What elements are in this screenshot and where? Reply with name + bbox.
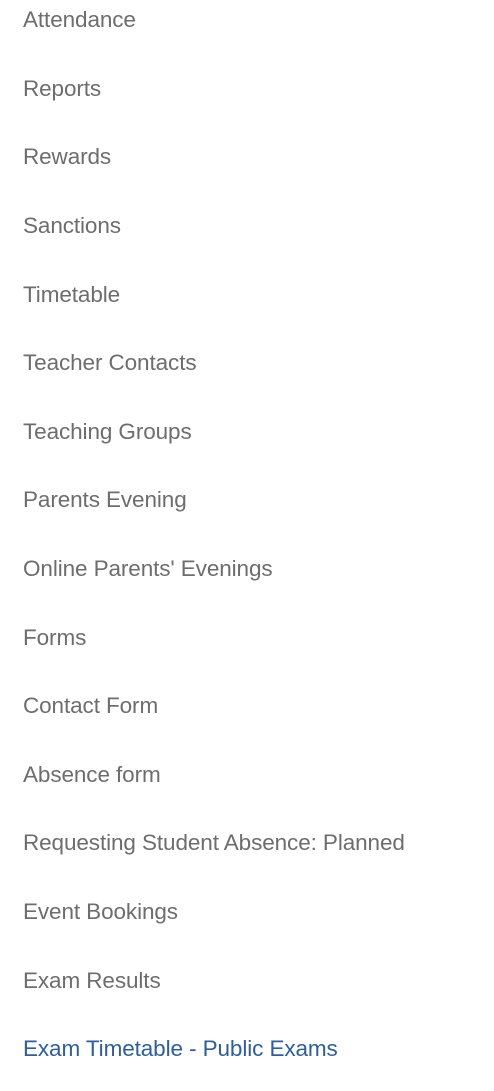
nav-item-rewards[interactable]: Rewards bbox=[23, 123, 494, 192]
nav-link-reports[interactable]: Reports bbox=[23, 76, 101, 102]
nav-item-attendance[interactable]: Attendance bbox=[23, 0, 494, 55]
nav-link-sanctions[interactable]: Sanctions bbox=[23, 213, 121, 239]
nav-link-attendance[interactable]: Attendance bbox=[23, 7, 136, 33]
nav-item-requesting-student-absence-planned[interactable]: Requesting Student Absence: Planned bbox=[23, 809, 494, 878]
nav-link-exam-timetable-public-exams[interactable]: Exam Timetable - Public Exams bbox=[23, 1036, 338, 1062]
nav-item-exam-results[interactable]: Exam Results bbox=[23, 946, 494, 1015]
nav-link-teaching-groups[interactable]: Teaching Groups bbox=[23, 419, 192, 445]
nav-link-contact-form[interactable]: Contact Form bbox=[23, 693, 158, 719]
nav-item-event-bookings[interactable]: Event Bookings bbox=[23, 878, 494, 947]
nav-link-absence-form[interactable]: Absence form bbox=[23, 762, 161, 788]
nav-item-teacher-contacts[interactable]: Teacher Contacts bbox=[23, 329, 494, 398]
nav-item-forms[interactable]: Forms bbox=[23, 603, 494, 672]
nav-item-absence-form[interactable]: Absence form bbox=[23, 741, 494, 810]
nav-link-teacher-contacts[interactable]: Teacher Contacts bbox=[23, 350, 197, 376]
nav-link-forms[interactable]: Forms bbox=[23, 625, 86, 651]
side-navigation-menu: Attendance Reports Rewards Sanctions Tim… bbox=[23, 0, 494, 1084]
nav-item-exam-timetable-public-exams[interactable]: Exam Timetable - Public Exams bbox=[23, 1015, 494, 1084]
nav-item-reports[interactable]: Reports bbox=[23, 55, 494, 124]
nav-link-parents-evening[interactable]: Parents Evening bbox=[23, 487, 187, 513]
nav-item-timetable[interactable]: Timetable bbox=[23, 260, 494, 329]
nav-item-online-parents-evenings[interactable]: Online Parents' Evenings bbox=[23, 535, 494, 604]
nav-item-parents-evening[interactable]: Parents Evening bbox=[23, 466, 494, 535]
nav-item-teaching-groups[interactable]: Teaching Groups bbox=[23, 398, 494, 467]
nav-link-requesting-student-absence-planned[interactable]: Requesting Student Absence: Planned bbox=[23, 830, 405, 856]
nav-link-timetable[interactable]: Timetable bbox=[23, 282, 120, 308]
nav-item-contact-form[interactable]: Contact Form bbox=[23, 672, 494, 741]
nav-item-sanctions[interactable]: Sanctions bbox=[23, 192, 494, 261]
nav-link-rewards[interactable]: Rewards bbox=[23, 144, 111, 170]
nav-link-exam-results[interactable]: Exam Results bbox=[23, 968, 161, 994]
nav-link-online-parents-evenings[interactable]: Online Parents' Evenings bbox=[23, 556, 273, 582]
nav-link-event-bookings[interactable]: Event Bookings bbox=[23, 899, 178, 925]
